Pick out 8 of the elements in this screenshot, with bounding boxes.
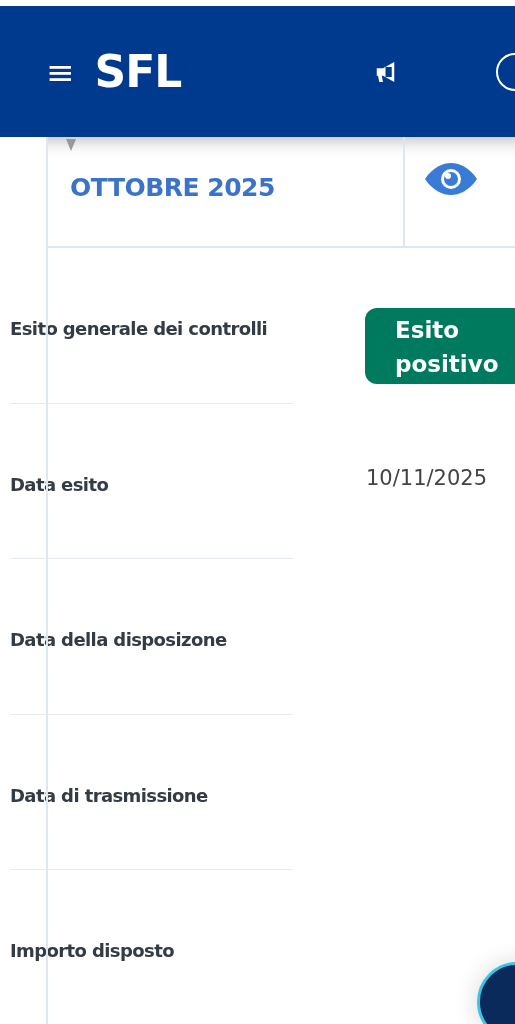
- field-label: Esito generale dei controlli: [10, 318, 268, 339]
- field-label: Importo disposto: [10, 940, 174, 961]
- menu-button[interactable]: ≡: [46, 54, 75, 89]
- view-icon[interactable]: [425, 163, 477, 195]
- app-logo: SFL: [94, 46, 182, 97]
- caret-icon: [66, 139, 76, 151]
- field-value: 10/11/2025: [366, 465, 488, 490]
- status-badge: Esito positivo: [365, 308, 515, 384]
